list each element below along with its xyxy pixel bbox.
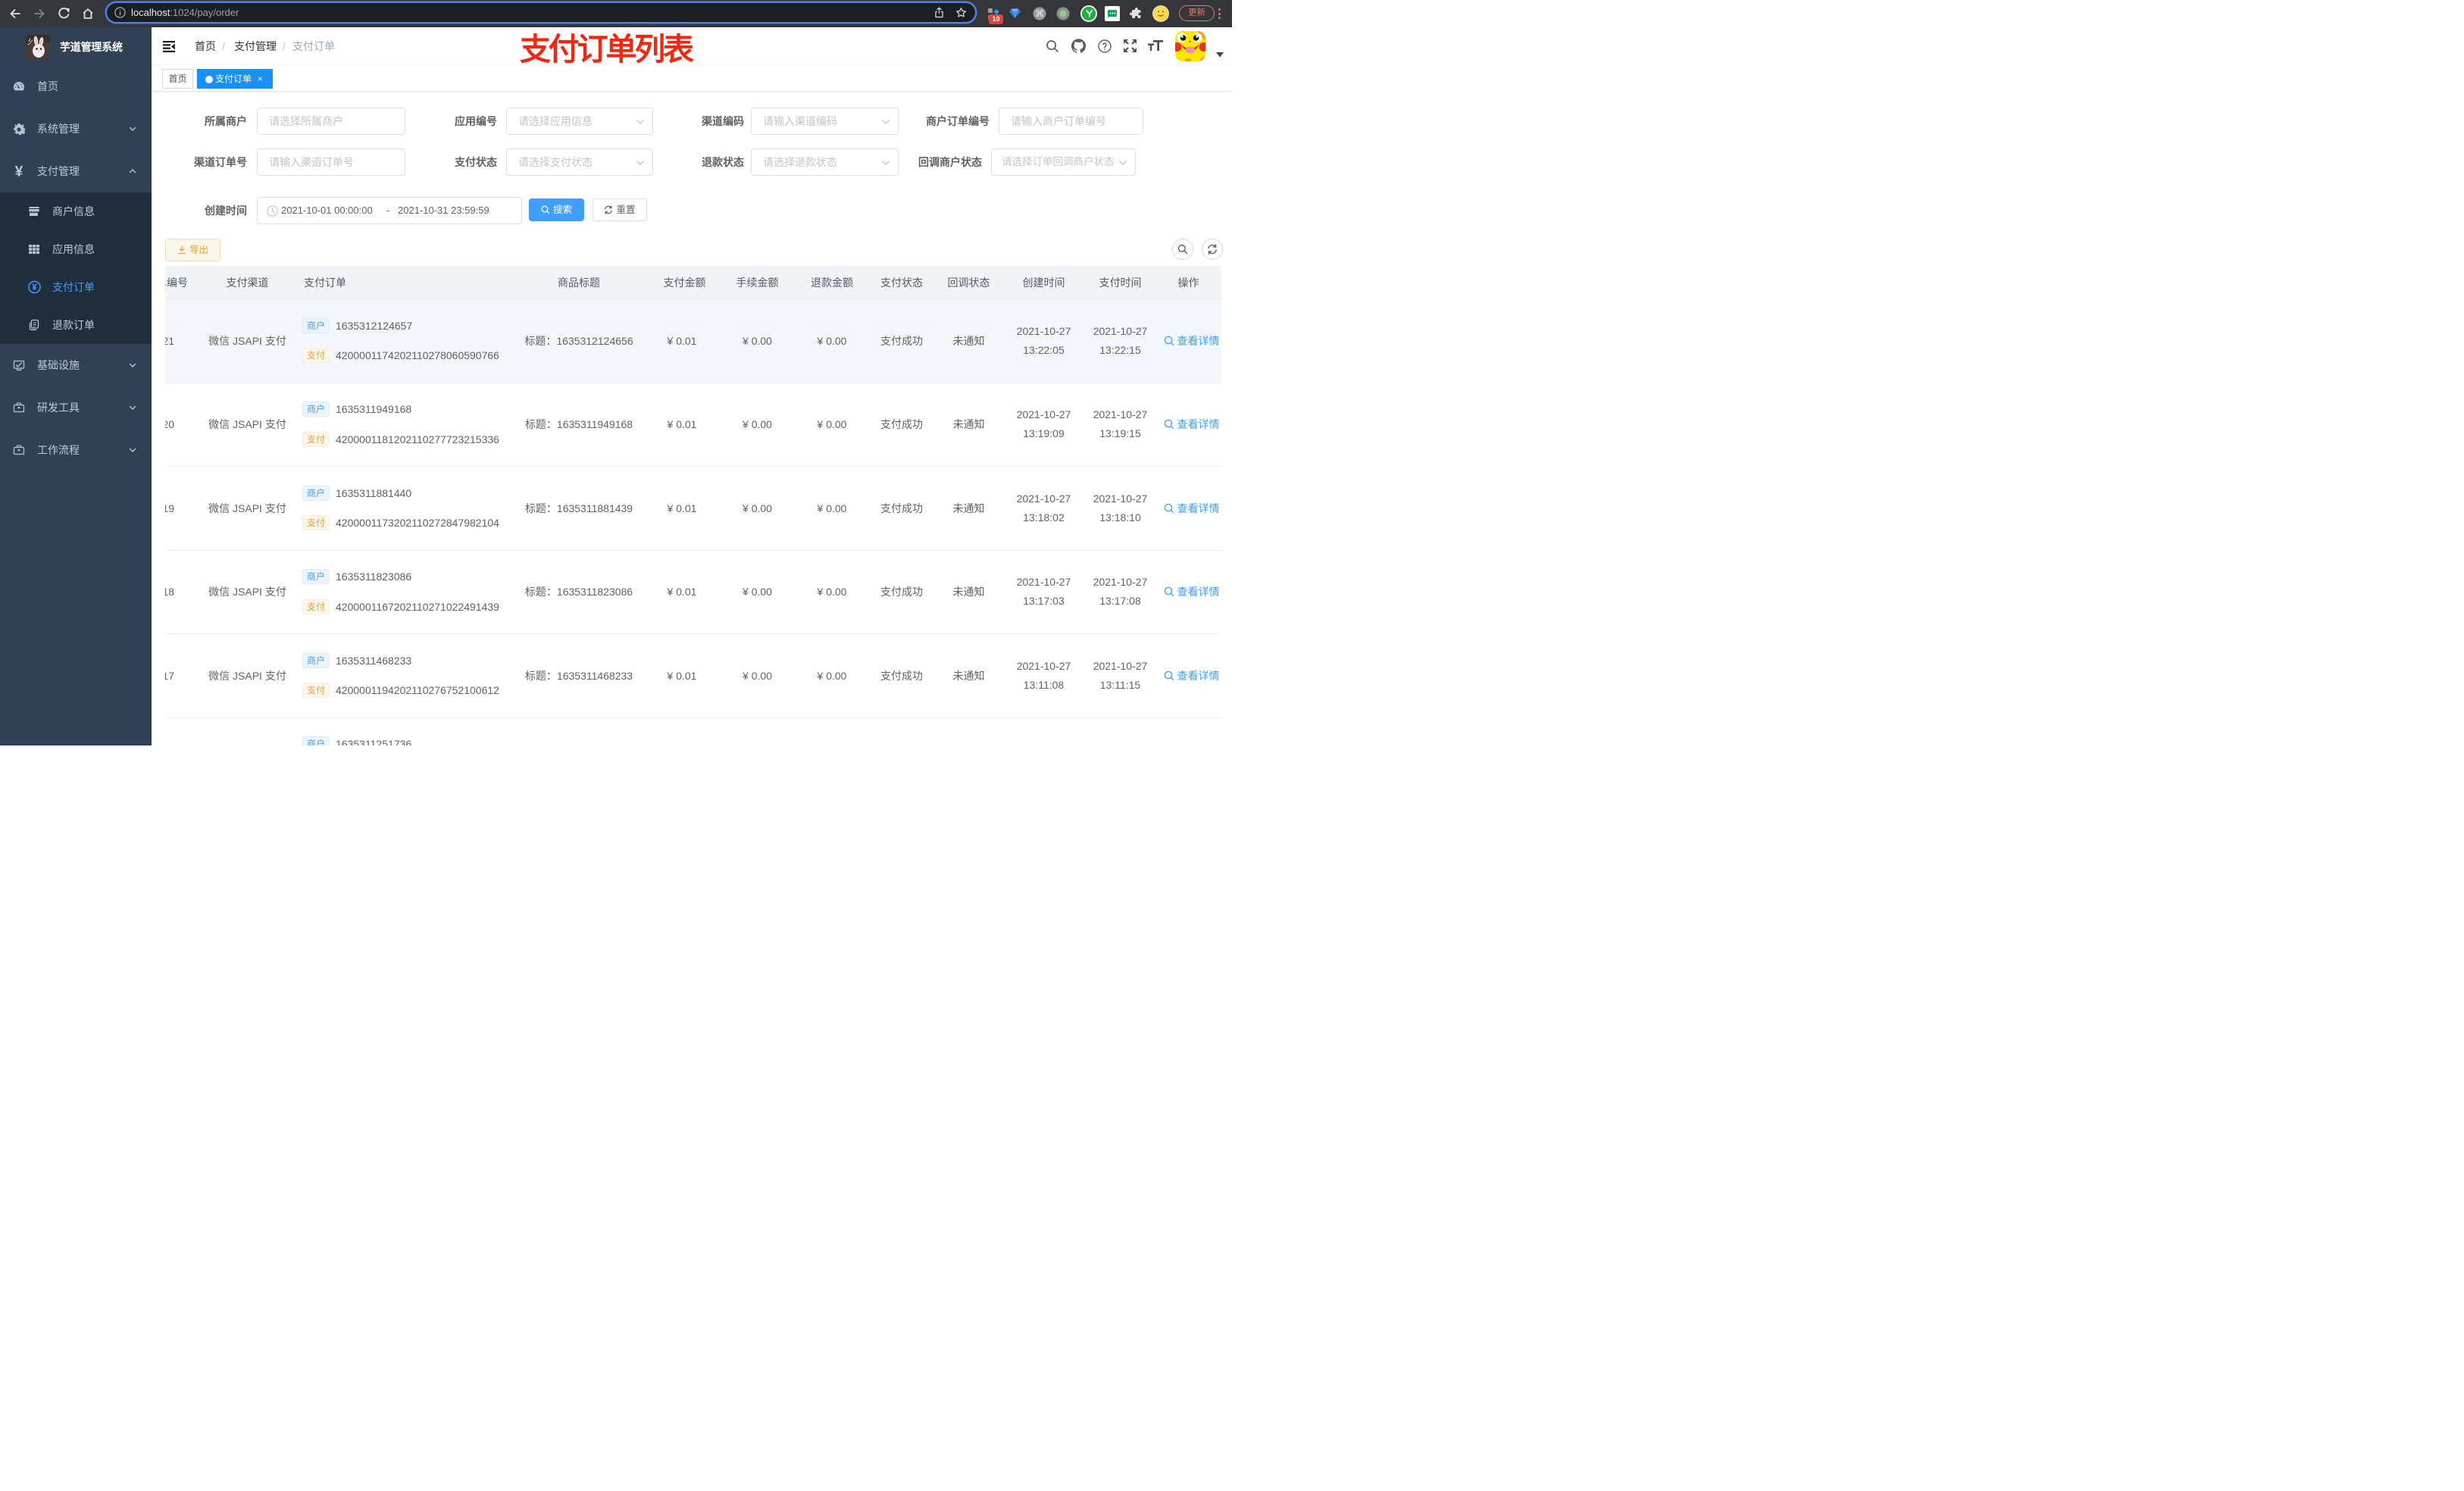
svg-text:¥: ¥ [32,283,37,292]
svg-text:¥: ¥ [15,164,23,180]
svg-text:⌘: ⌘ [1035,8,1044,19]
